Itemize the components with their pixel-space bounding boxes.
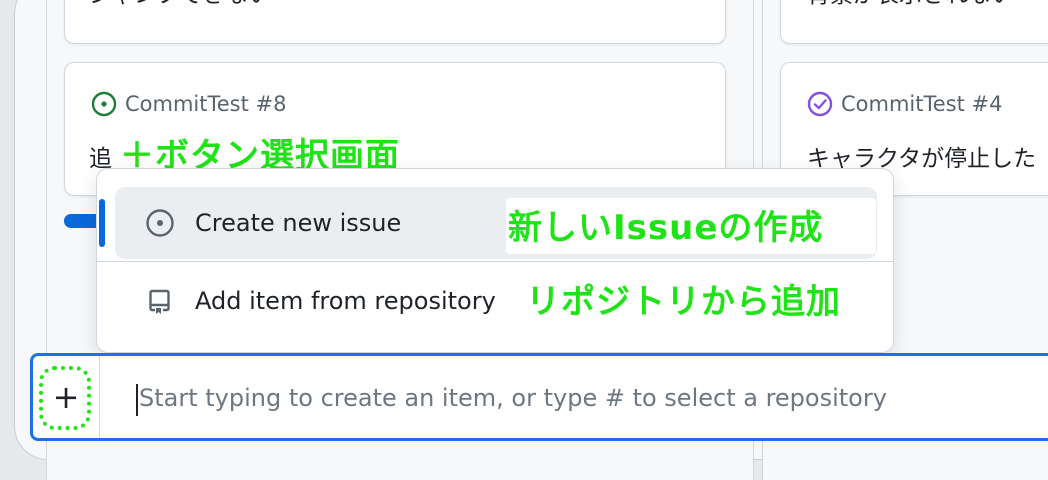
card-meta: CommitTest #8 — [91, 91, 286, 117]
add-item-composer: + — [30, 353, 1048, 441]
menu-item-label: Create new issue — [195, 209, 402, 237]
add-item-input[interactable] — [137, 368, 1041, 428]
card-reference[interactable]: CommitTest #4 — [841, 92, 1002, 116]
card-meta: CommitTest #4 — [807, 91, 1002, 117]
issue-closed-icon — [807, 91, 833, 117]
board-card[interactable]: 背景が表示されない — [780, 0, 1048, 44]
annotation-plus-highlight — [39, 366, 91, 430]
card-reference[interactable]: CommitTest #8 — [125, 92, 286, 116]
menu-active-indicator — [99, 199, 105, 247]
issue-opened-icon — [91, 91, 117, 117]
card-title: ジャンプできない — [89, 0, 271, 9]
issue-opened-icon — [146, 209, 174, 237]
annotation-new-issue: 新しいIssueの作成 — [508, 208, 824, 248]
annotation-from-repository: リポジトリから追加 — [526, 282, 841, 322]
repo-icon — [149, 289, 170, 314]
text-caret — [136, 384, 138, 416]
menu-divider — [97, 261, 893, 262]
menu-item-label: Add item from repository — [195, 287, 496, 315]
card-title: 背景が表示されない — [807, 0, 1014, 9]
board-card[interactable]: ジャンプできない — [64, 0, 726, 44]
